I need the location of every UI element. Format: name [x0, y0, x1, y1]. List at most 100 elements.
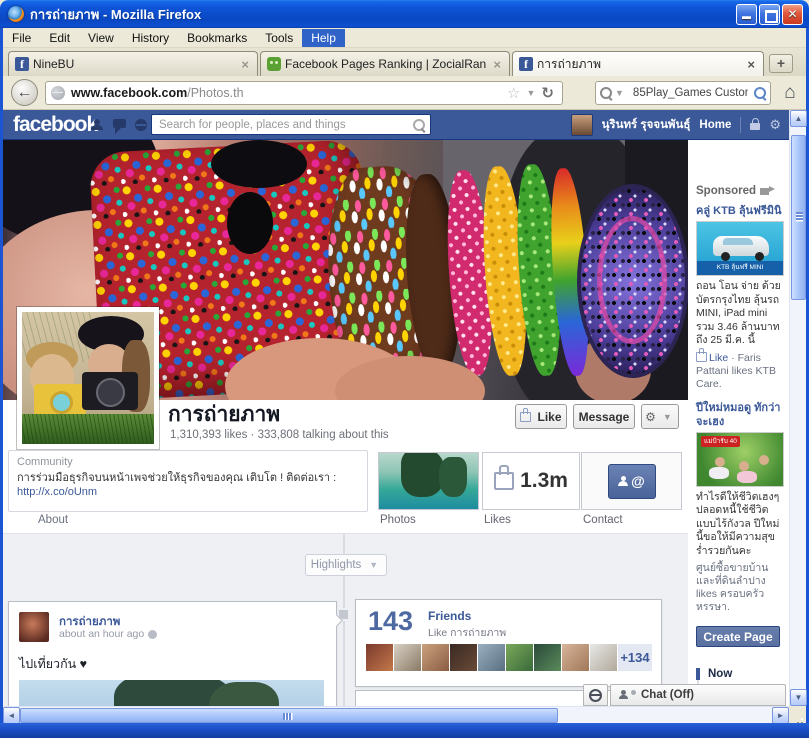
likes-box[interactable]: 1.3m: [482, 452, 580, 510]
privacy-lock-icon[interactable]: [750, 123, 760, 130]
facebook-logo[interactable]: facebook: [13, 113, 97, 137]
urlbar-dropdown-icon[interactable]: ▼: [524, 88, 539, 98]
gear-icon: ⚙: [645, 410, 656, 424]
horizontal-scrollbar[interactable]: ◄ ►: [3, 706, 789, 723]
post-avatar[interactable]: [19, 612, 49, 642]
home-link[interactable]: Home: [699, 119, 731, 131]
menu-bar: File Edit View History Bookmarks Tools H…: [3, 28, 806, 48]
back-button[interactable]: ←: [11, 79, 38, 106]
like-button[interactable]: Like: [515, 404, 567, 429]
search-input[interactable]: [631, 86, 750, 100]
friend-thumbnail[interactable]: [422, 644, 449, 671]
messages-icon[interactable]: [113, 119, 126, 128]
vertical-scrollbar[interactable]: ▲ ▼: [789, 110, 806, 706]
ad-body-text: ทำไรดีให้ชีวิตเฮงๆ ปลอดหนี้ใช้ชีวิตแบบไร…: [696, 491, 784, 559]
timeline-now[interactable]: Now: [708, 665, 784, 683]
minimize-button[interactable]: ▬: [736, 4, 757, 25]
highlights-dropdown[interactable]: Highlights ▼: [305, 554, 387, 576]
page-title: การถ่ายภาพ: [168, 398, 280, 431]
notifications-dock-button[interactable]: [583, 684, 608, 706]
ad-like-link[interactable]: Like: [709, 352, 728, 364]
new-tab-button[interactable]: +: [769, 54, 793, 73]
page-settings-button[interactable]: ⚙ ▼: [641, 404, 679, 429]
contact-box[interactable]: @: [581, 452, 682, 510]
chat-status-dot: [631, 690, 636, 695]
community-link[interactable]: http://x.co/oUnm: [17, 486, 97, 498]
photos-box[interactable]: [378, 452, 479, 510]
friend-thumbnail[interactable]: [590, 644, 617, 671]
friend-thumbnail[interactable]: [394, 644, 421, 671]
title-bar: การถ่ายภาพ - Mozilla Firefox ▬ ✕: [0, 0, 809, 28]
friend-thumbnail[interactable]: [562, 644, 589, 671]
create-page-button[interactable]: Create Page: [696, 626, 780, 647]
chat-bar[interactable]: Chat (Off): [610, 684, 786, 706]
search-go-icon[interactable]: [754, 87, 766, 99]
photos-label[interactable]: Photos: [380, 514, 416, 526]
ad-image-ktb[interactable]: KTB ลุ้นฟรี MINI: [696, 221, 784, 276]
right-sidebar: Sponsored คลู่ KTB ลุ้นฟรีมินิ KTB ลุ้นฟ…: [688, 140, 789, 706]
globe-icon: [589, 689, 602, 702]
menu-help[interactable]: Help: [302, 29, 345, 47]
menu-file[interactable]: File: [3, 29, 40, 47]
friend-thumbnail[interactable]: [506, 644, 533, 671]
friend-requests-icon[interactable]: [91, 119, 103, 130]
friend-thumbnail[interactable]: [534, 644, 561, 671]
scroll-left-button[interactable]: ◄: [3, 707, 20, 724]
friend-thumbnail[interactable]: [366, 644, 393, 671]
scroll-up-button[interactable]: ▲: [790, 110, 807, 127]
menu-history[interactable]: History: [123, 29, 178, 47]
notifications-icon[interactable]: [135, 119, 147, 131]
tab-close-icon[interactable]: ×: [745, 57, 757, 72]
ad-title-link[interactable]: ปีใหม่หมอดู ทักว่าจะเฮง: [696, 401, 784, 429]
message-button[interactable]: Message: [573, 404, 635, 429]
scroll-right-button[interactable]: ►: [772, 707, 789, 724]
menu-tools[interactable]: Tools: [256, 29, 302, 47]
timeline-area: Highlights ▼ การถ่ายภาพ about an hour ag…: [3, 533, 688, 706]
vertical-scroll-thumb[interactable]: [791, 135, 806, 300]
reload-icon[interactable]: ↻: [538, 84, 557, 102]
gear-icon[interactable]: ⚙: [769, 117, 781, 133]
post-photo[interactable]: [19, 680, 324, 706]
friends-more-count[interactable]: +134: [618, 644, 652, 671]
tab-close-icon[interactable]: ×: [491, 57, 503, 72]
tab-photography-active[interactable]: f การถ่ายภาพ ×: [512, 51, 764, 76]
horizontal-scroll-thumb[interactable]: [20, 708, 558, 723]
post-text: ไปเที่ยวกัน ♥: [19, 654, 87, 674]
profile-picture[interactable]: [17, 307, 159, 449]
navigation-toolbar: ← www.facebook.com /Photos.th ☆ ▼ ↻ ▼ ⌂: [3, 76, 806, 110]
menu-view[interactable]: View: [79, 29, 123, 47]
chevron-down-icon: ▼: [660, 412, 675, 422]
ad-title-link[interactable]: คลู่ KTB ลุ้นฟรีมินิ: [696, 204, 784, 218]
facebook-search-input[interactable]: [157, 118, 413, 132]
maximize-button[interactable]: [759, 4, 780, 25]
menu-bookmarks[interactable]: Bookmarks: [178, 29, 256, 47]
firefox-icon: [8, 6, 24, 22]
tab-ninebu[interactable]: f NineBU ×: [8, 51, 258, 76]
post-timestamp: about an hour ago: [59, 628, 157, 640]
likes-label[interactable]: Likes: [484, 514, 511, 526]
tab-close-icon[interactable]: ×: [239, 57, 251, 72]
user-name-link[interactable]: นุรินทร์ รุจจนพันธุ์: [602, 116, 691, 134]
scroll-down-button[interactable]: ▼: [790, 689, 807, 706]
search-engine-icon[interactable]: [600, 87, 612, 99]
tab-zocialrank[interactable]: Facebook Pages Ranking | ZocialRank.co..…: [260, 51, 510, 76]
ad-image-horoscope[interactable]: แม่ป้ารับ 40: [696, 432, 784, 487]
contact-label[interactable]: Contact: [583, 514, 623, 526]
home-button[interactable]: ⌂: [777, 80, 803, 106]
contact-card-icon: @: [608, 464, 656, 499]
url-bar[interactable]: www.facebook.com /Photos.th ☆ ▼ ↻: [45, 81, 563, 105]
friend-thumbnail[interactable]: [478, 644, 505, 671]
bookmark-star-icon[interactable]: ☆: [504, 84, 523, 102]
close-button[interactable]: ✕: [782, 4, 803, 25]
browser-viewport: facebook นุรินทร์ รุจจนพันธุ์ Home ⚙: [3, 110, 789, 706]
user-avatar[interactable]: [571, 114, 593, 136]
facebook-header: facebook นุรินทร์ รุจจนพันธุ์ Home ⚙: [3, 110, 789, 140]
search-icon[interactable]: [413, 119, 425, 131]
menu-edit[interactable]: Edit: [40, 29, 79, 47]
ad-body-text: ถอน โอน จ่าย ด้วยบัตรกรุงไทย ลุ้นรถ MINI…: [696, 280, 784, 348]
search-engine-dropdown-icon[interactable]: ▼: [612, 88, 627, 98]
resize-grip[interactable]: [789, 706, 806, 723]
site-identity-icon[interactable]: [51, 86, 65, 100]
about-link[interactable]: About: [38, 514, 68, 526]
friend-thumbnail[interactable]: [450, 644, 477, 671]
